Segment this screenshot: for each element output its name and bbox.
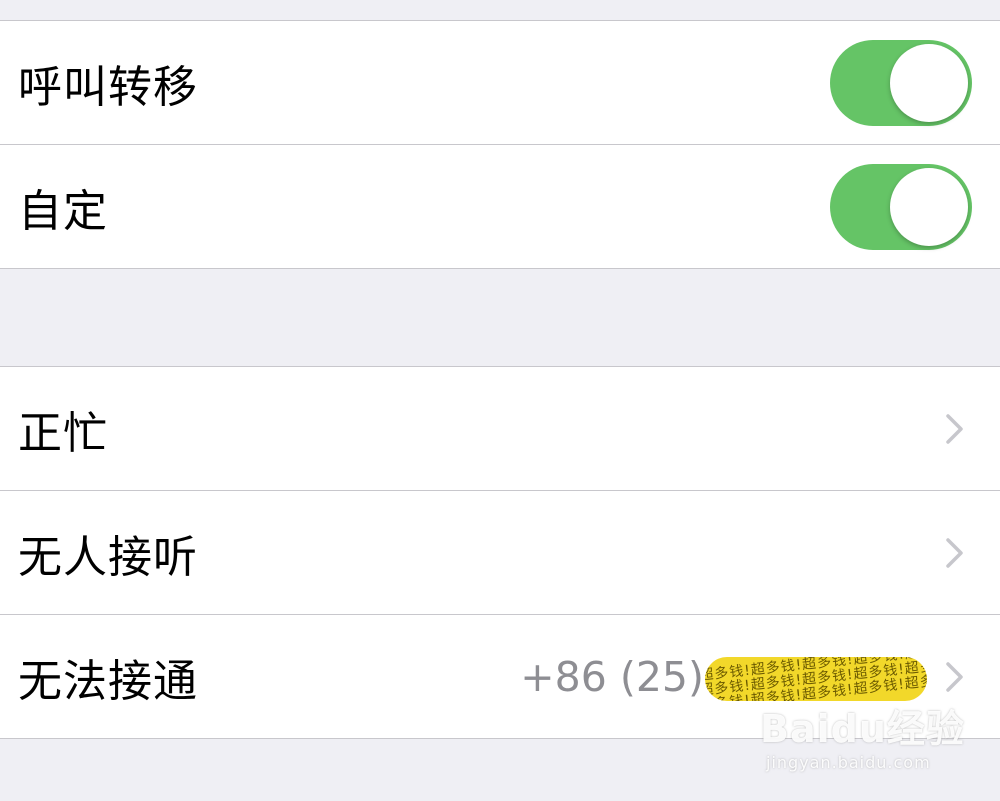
- call-forwarding-toggle[interactable]: [830, 40, 972, 126]
- toggle-knob: [890, 168, 968, 246]
- custom-label: 自定: [18, 186, 108, 237]
- busy-row[interactable]: 正忙: [0, 367, 1000, 491]
- no-answer-row[interactable]: 无人接听: [0, 491, 1000, 615]
- call-forwarding-label: 呼叫转移: [18, 62, 198, 113]
- chevron-right-icon: [946, 414, 963, 444]
- forward-conditions-group: 正忙 无人接听 无法接通 +86 (25) 超多钱!超多钱!超多钱!超多钱!超多…: [0, 366, 1000, 739]
- custom-toggle[interactable]: [830, 164, 972, 250]
- redaction-scribble: 超多钱!超多钱!超多钱!超多钱!超多钱!超多钱! 超多钱!超多钱!超多钱!超多钱…: [705, 657, 927, 701]
- chevron-right-icon: [946, 538, 963, 568]
- unreachable-label: 无法接通: [18, 656, 198, 707]
- watermark-url: jingyan.baidu.com: [766, 753, 931, 772]
- call-forwarding-row: 呼叫转移: [0, 21, 1000, 145]
- chevron-right-icon: [946, 662, 963, 692]
- forward-number-value: +86 (25): [520, 653, 704, 701]
- no-answer-label: 无人接听: [18, 532, 198, 583]
- busy-label: 正忙: [18, 408, 108, 459]
- toggle-knob: [890, 44, 968, 122]
- custom-row: 自定: [0, 145, 1000, 269]
- watermark-logo: Baidu经验: [760, 707, 965, 751]
- call-forwarding-group: 呼叫转移 自定: [0, 20, 1000, 269]
- baidu-watermark: Baidu经验 jingyan.baidu.com: [760, 698, 965, 780]
